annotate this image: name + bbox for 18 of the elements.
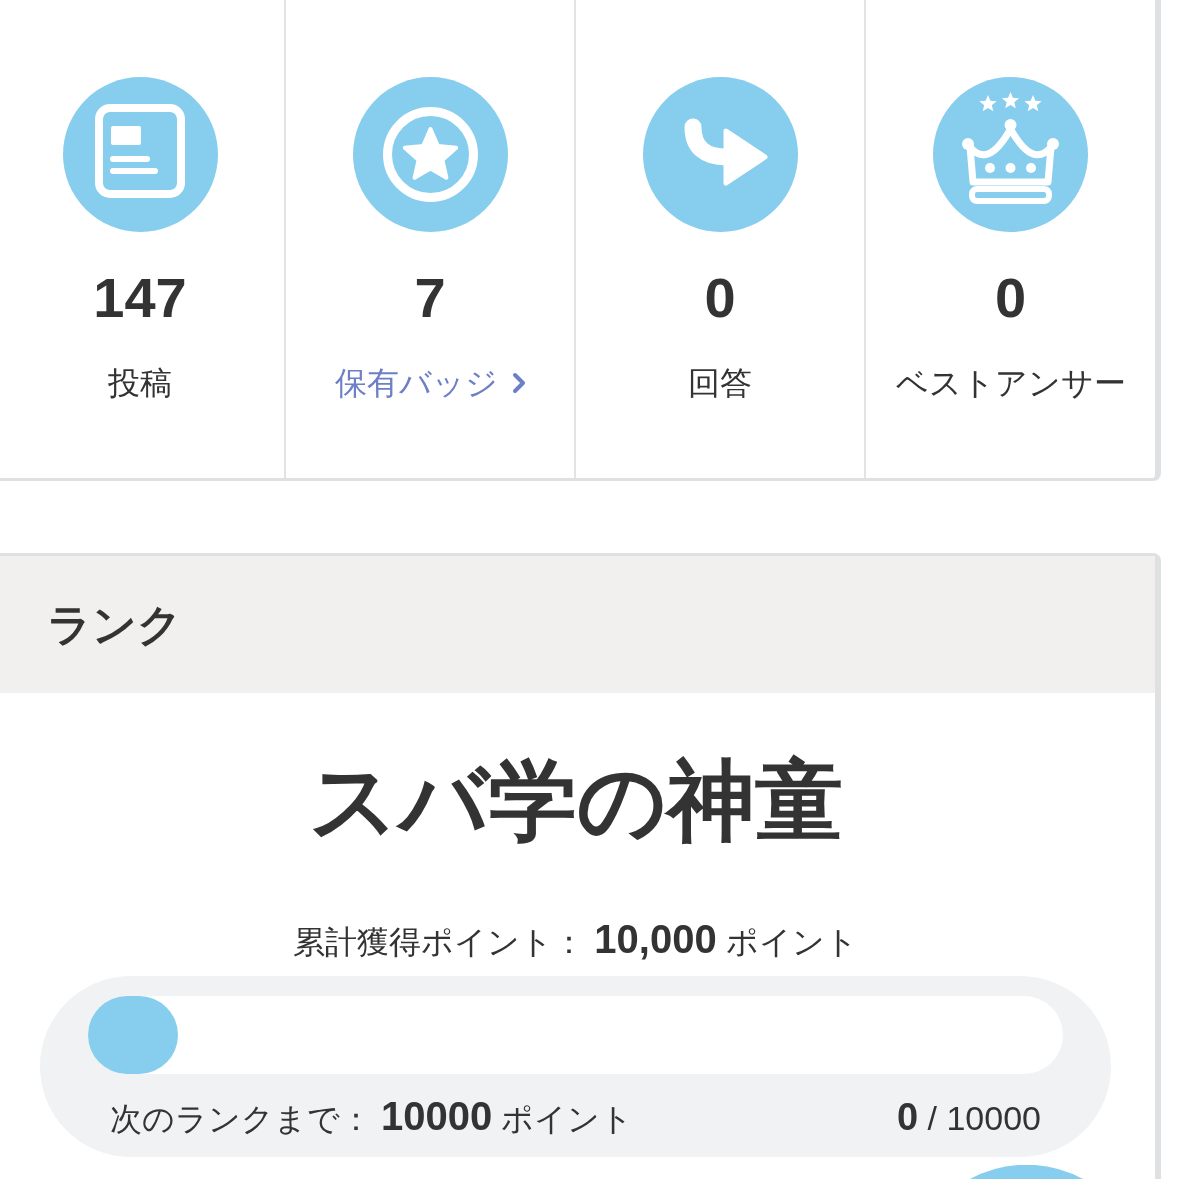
stat-count: 0	[994, 266, 1027, 330]
stat-label: ベストアンサー	[895, 364, 1126, 403]
points-progress-count: 0 / 10000	[896, 1095, 1041, 1140]
stat-label: 回答	[688, 364, 752, 403]
chevron-right-icon	[511, 372, 526, 394]
document-icon	[62, 77, 218, 232]
crown-icon	[933, 77, 1088, 232]
next-rank-text: 次のランクまで： 10000 ポイント	[110, 1093, 633, 1140]
stat-count: 0	[704, 266, 736, 330]
stat-label: 投稿	[108, 364, 172, 403]
floating-button[interactable]	[970, 1165, 1083, 1179]
rank-heading: ランク	[47, 598, 182, 651]
rank-title: スバ学の神童	[308, 750, 843, 852]
total-points-text: 累計獲得ポイント： 10,000 ポイント	[293, 916, 858, 963]
stat-count: 7	[414, 266, 446, 330]
badges-link[interactable]: 保有バッジ	[334, 363, 526, 403]
star-medal-icon	[352, 77, 508, 232]
stat-count: 147	[93, 266, 187, 330]
